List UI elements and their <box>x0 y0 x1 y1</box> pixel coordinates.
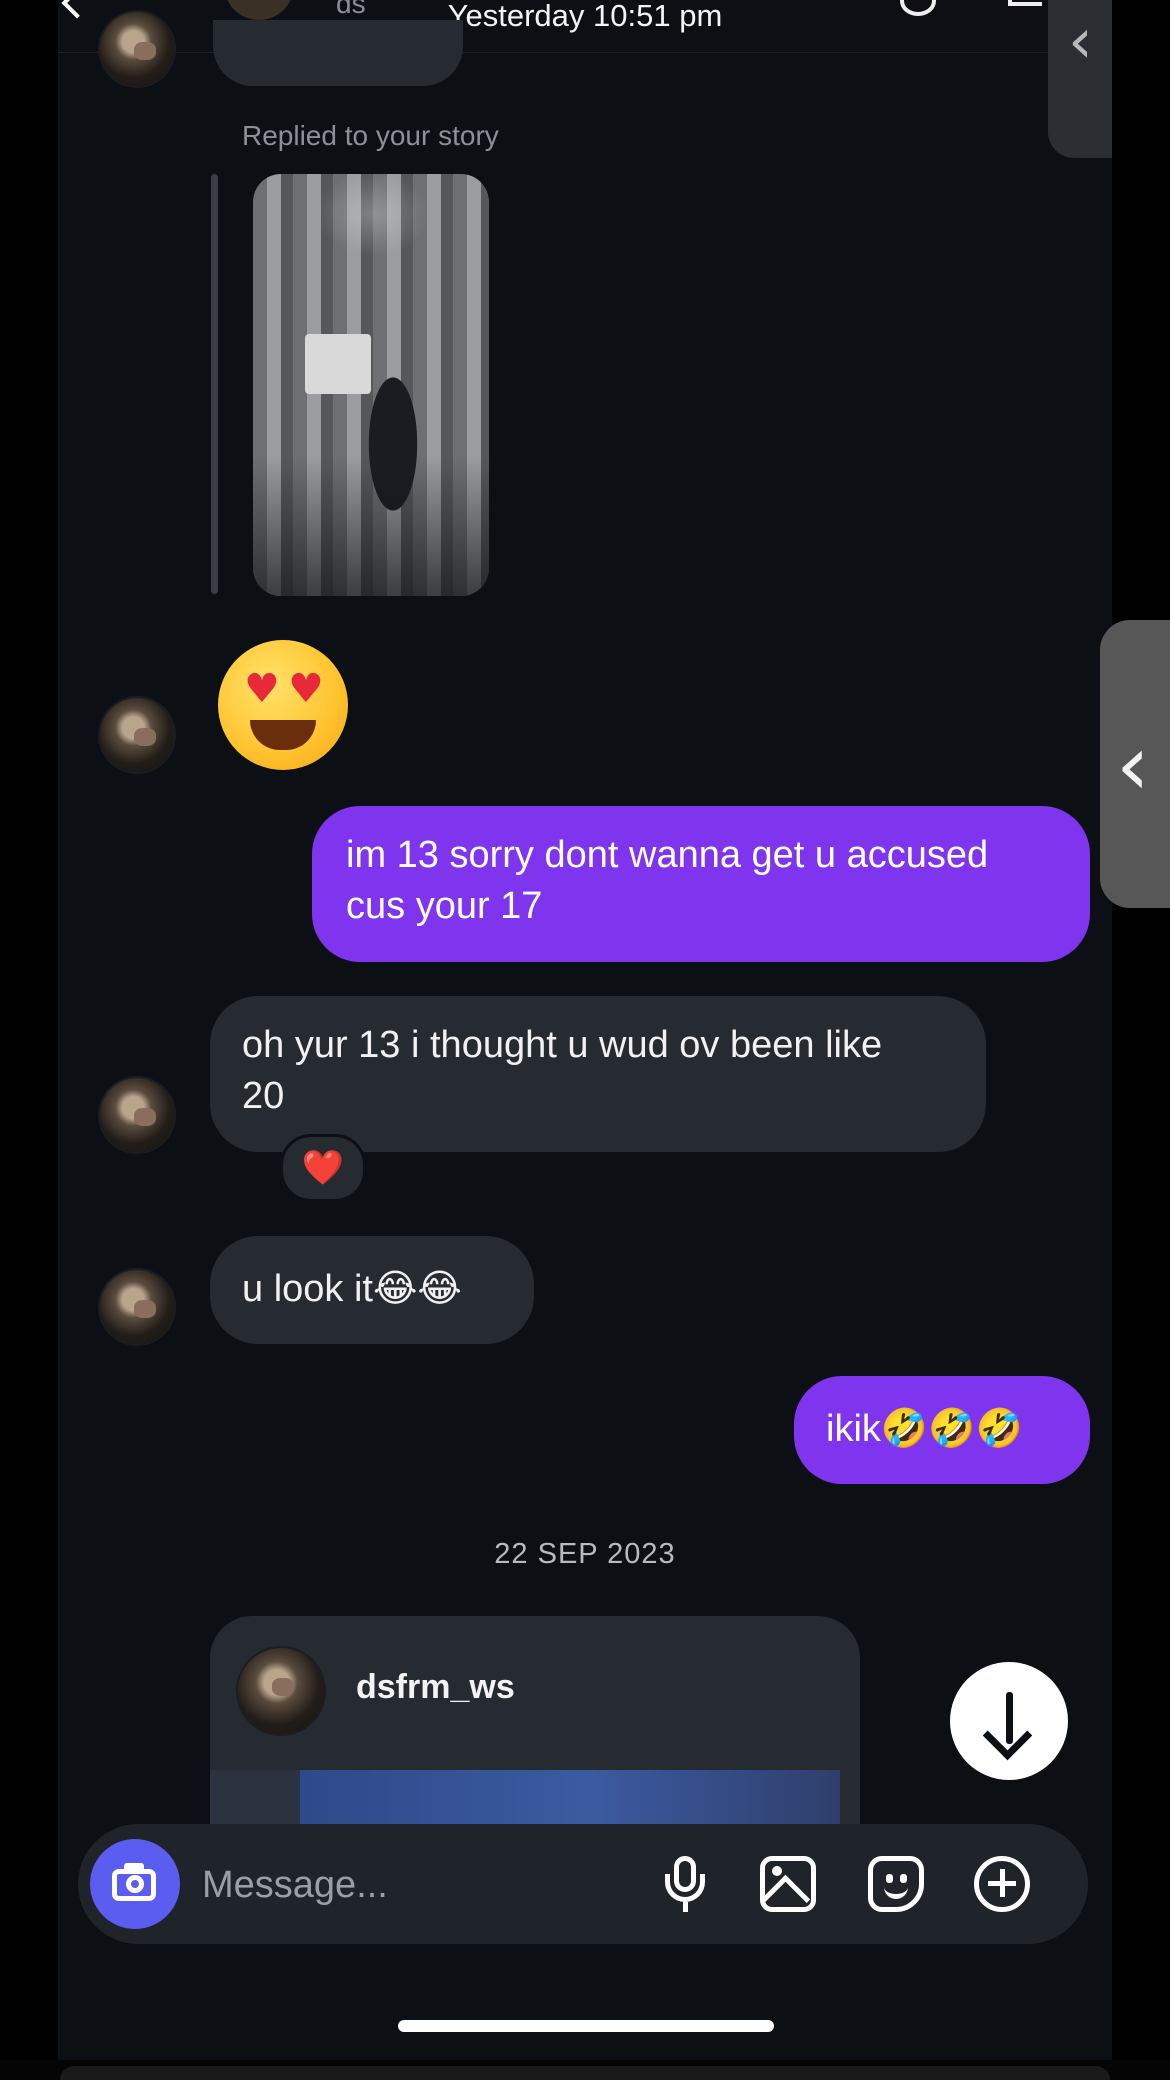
received-message-bubble[interactable]: oh yur 13 i thought u wud ov been like 2… <box>210 996 986 1152</box>
message-composer <box>78 1824 1088 1944</box>
message-text: ikik🤣🤣🤣 <box>826 1408 1023 1450</box>
story-thumbnail[interactable] <box>253 174 489 596</box>
message-input[interactable] <box>200 1854 604 1916</box>
chevron-left-icon: ‹ <box>1068 4 1093 77</box>
message-text: im 13 sorry dont wanna get u accused <box>346 834 989 876</box>
shared-post-card[interactable]: dsfrm_ws <box>210 1616 860 1836</box>
date-separator: 22 SEP 2023 <box>494 1538 676 1570</box>
story-reply-bar <box>211 174 218 594</box>
heart-reaction-icon[interactable]: ❤️ <box>280 1134 366 1202</box>
shared-post-avatar[interactable] <box>238 1648 324 1734</box>
avatar[interactable] <box>100 12 174 86</box>
heart-eyes-emoji-icon: ♥ ♥ <box>218 640 348 770</box>
message-text: 20 <box>242 1075 285 1117</box>
device-bottom-edge <box>0 2060 1170 2080</box>
message-text: u look it😂😂 <box>242 1268 462 1310</box>
camera-button[interactable] <box>90 1839 180 1929</box>
message-text: oh yur 13 i thought u wud ov been like <box>242 1024 883 1066</box>
home-indicator[interactable] <box>398 2020 774 2032</box>
microphone-icon[interactable] <box>654 1852 718 1916</box>
plus-circle-icon[interactable] <box>970 1852 1034 1916</box>
chat-screen: ds Yesterday 10:51 pm ‹ Replied to your … <box>58 0 1112 2060</box>
edge-panel-tab-top[interactable]: ‹ <box>1048 0 1112 158</box>
avatar[interactable] <box>100 698 174 772</box>
scroll-to-bottom-button[interactable] <box>950 1662 1068 1780</box>
story-reply-label: Replied to your story <box>242 120 499 151</box>
sticker-icon[interactable] <box>864 1852 928 1916</box>
edge-panel-tab[interactable]: ‹ <box>1100 620 1170 908</box>
message-text: cus your 17 <box>346 885 543 927</box>
message-emoji: ♥ ♥ <box>218 640 350 772</box>
sent-message-bubble[interactable]: im 13 sorry dont wanna get u accused cus… <box>312 806 1090 962</box>
received-message-bubble[interactable]: u look it😂😂 <box>210 1236 534 1344</box>
chevron-left-icon: ‹ <box>1116 716 1150 814</box>
message-bubble-partial <box>213 20 463 86</box>
video-icon[interactable] <box>1008 0 1042 6</box>
gallery-icon[interactable] <box>756 1852 820 1925</box>
avatar[interactable] <box>100 1078 174 1152</box>
sent-message-bubble[interactable]: ikik🤣🤣🤣 <box>794 1376 1090 1484</box>
shared-post-username[interactable]: dsfrm_ws <box>356 1668 515 1707</box>
avatar[interactable] <box>100 1270 174 1344</box>
story-sticker <box>305 334 371 394</box>
